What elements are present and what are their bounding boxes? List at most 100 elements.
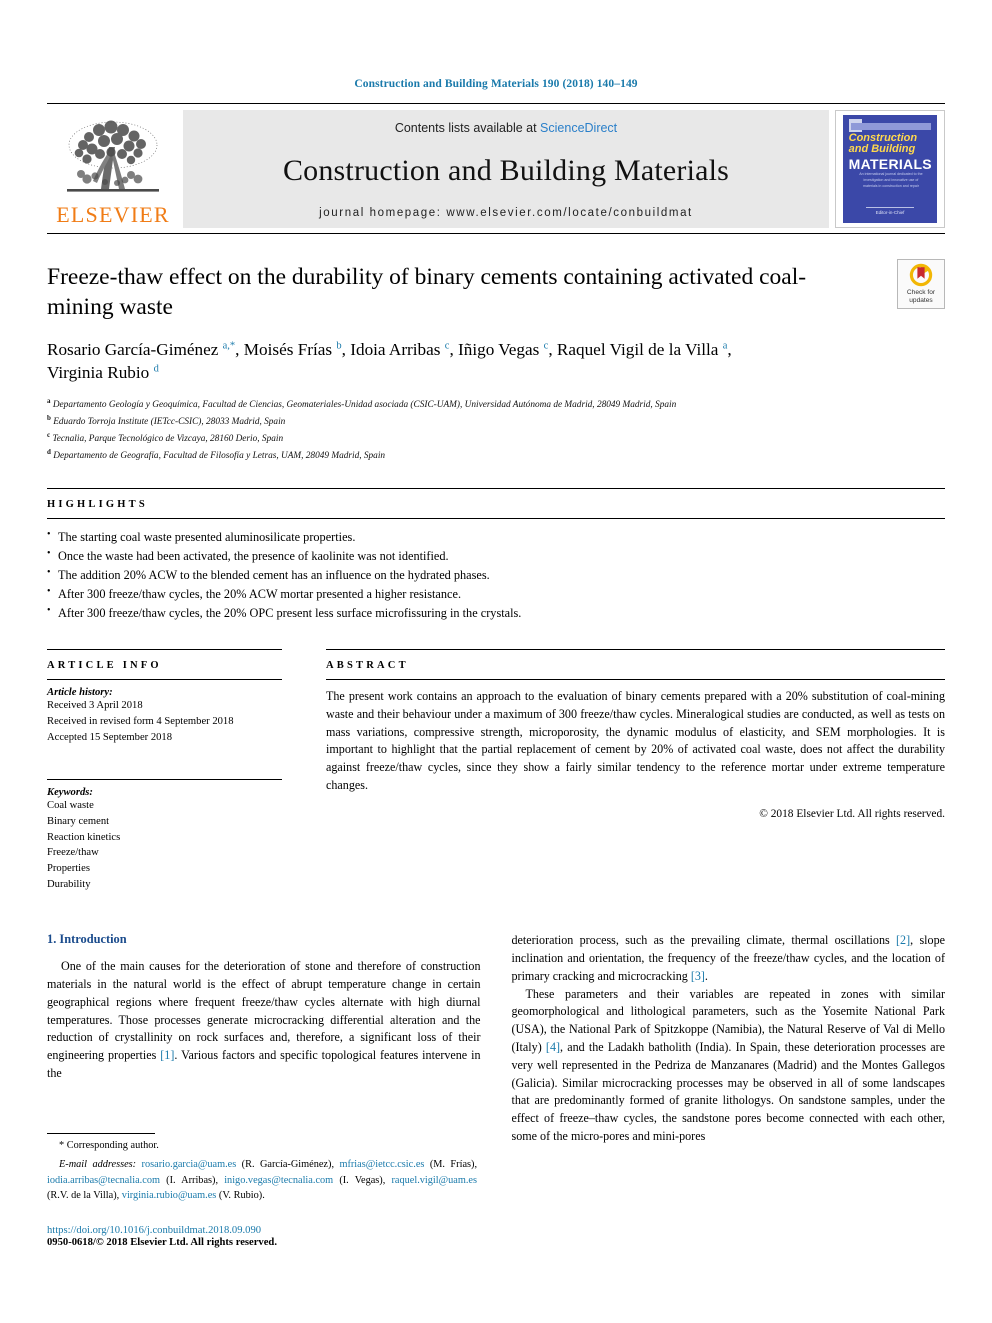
journal-homepage-link[interactable]: journal homepage: www.elsevier.com/locat… — [319, 207, 693, 219]
paragraph: deterioration process, such as the preva… — [511, 933, 946, 983]
crossmark-line-1: Check for — [906, 289, 936, 297]
cover-title-line-3: MATERIALS — [848, 156, 932, 173]
keyword-item: Coal waste — [47, 800, 94, 812]
list-item: After 300 freeze/thaw cycles, the 20% AC… — [47, 584, 945, 604]
crossmark-badge[interactable]: Check for updates — [897, 259, 945, 309]
masthead-bottom-rule — [47, 233, 945, 234]
affiliation-mark: a — [47, 396, 51, 405]
info-abstract-row: ARTICLE INFO Article history: Received 3… — [47, 649, 945, 892]
abstract-top-rule — [326, 649, 945, 651]
list-item: The addition 20% ACW to the blended ceme… — [47, 565, 945, 585]
article-info-section: ARTICLE INFO Article history: Received 3… — [47, 649, 282, 892]
doi-link[interactable]: https://doi.org/10.1016/j.conbuildmat.20… — [47, 1225, 477, 1236]
email-link[interactable]: rosario.garcia@uam.es — [142, 1159, 237, 1170]
article-history-item: Accepted 15 September 2018 — [47, 731, 173, 743]
affiliation-text: Departamento Geología y Geoquímica, Facu… — [52, 400, 677, 411]
keyword-item: Reaction kinetics — [47, 831, 121, 843]
copyright-line: © 2018 Elsevier Ltd. All rights reserved… — [759, 808, 945, 821]
list-item: After 300 freeze/thaw cycles, the 20% OP… — [47, 603, 945, 623]
affiliation-item: a Departamento Geología y Geoquímica, Fa… — [47, 396, 945, 413]
article-history-item: Received 3 April 2018 — [47, 700, 143, 712]
affiliation-text: Departamento de Geografía, Facultad de F… — [53, 451, 386, 462]
affiliation-text: Eduardo Torroja Institute (IETcc-CSIC), … — [53, 417, 286, 428]
body-columns: 1. Introduction One of the main causes f… — [47, 932, 945, 1145]
abstract-section: ABSTRACT The present work contains an ap… — [326, 649, 945, 892]
citation-ref[interactable]: [3] — [691, 969, 705, 983]
email-person: (V. Rubio) — [218, 1190, 263, 1202]
page-title: Freeze-thaw effect on the durability of … — [47, 264, 807, 320]
body-column-right: deterioration process, such as the preva… — [512, 932, 946, 1145]
author-line-1: Rosario García-Giménez a,*, Moisés Frías… — [47, 340, 732, 360]
journal-cover-thumbnail: Construction and Building MATERIALS An i… — [835, 110, 945, 228]
footnote-rule — [47, 1133, 155, 1134]
title-block: Check for updates Freeze-thaw effect on … — [47, 259, 945, 464]
highlights-label: HIGHLIGHTS — [47, 499, 148, 511]
email-addresses-note: E-mail addresses: rosario.garcia@uam.es … — [47, 1159, 478, 1202]
corresponding-author-text: * Corresponding author. — [59, 1140, 159, 1151]
email-person: (R.V. de la Villa) — [47, 1190, 117, 1202]
email-label: E-mail addresses: — [59, 1159, 137, 1171]
abstract-text: The present work contains an approach to… — [326, 689, 945, 792]
author-line-2: Virginia Rubio d — [47, 363, 159, 383]
citation-ref[interactable]: [2] — [896, 933, 910, 947]
cover-blurb: An international journal dedicated to th… — [859, 172, 923, 189]
list-item: Once the waste had been activated, the p… — [47, 546, 945, 566]
keywords-title: Keywords: — [47, 787, 93, 799]
highlights-top-rule — [47, 488, 945, 490]
email-link[interactable]: inigo.vegas@tecnalia.com — [224, 1175, 333, 1186]
abstract-divider — [326, 679, 945, 681]
journal-title: Construction and Building Materials — [282, 154, 730, 187]
abstract-label: ABSTRACT — [326, 660, 409, 672]
footnote-block: * Corresponding author. E-mail addresses… — [47, 1133, 477, 1248]
journal-masthead: ELSEVIER Contents lists available at Sci… — [47, 103, 945, 234]
paragraph: These parameters and their variables are… — [511, 986, 946, 1143]
email-person: (M. Frías) — [429, 1159, 475, 1171]
affiliation-mark: d — [47, 448, 51, 457]
article-info-divider — [47, 679, 282, 681]
cover-title-line-2: and Building — [848, 143, 916, 156]
crossmark-icon — [909, 264, 933, 287]
doi-block: https://doi.org/10.1016/j.conbuildmat.20… — [47, 1225, 477, 1248]
affiliation-mark: c — [47, 431, 51, 440]
citation-ref[interactable]: [4] — [546, 1040, 560, 1054]
highlights-section: HIGHLIGHTS The starting coal waste prese… — [47, 488, 945, 623]
article-page: Construction and Building Materials 190 … — [0, 0, 992, 1323]
article-info-top-rule — [47, 649, 282, 651]
corresponding-author-note: * Corresponding author. — [47, 1138, 477, 1153]
keywords-divider — [47, 779, 282, 781]
email-link[interactable]: raquel.vigil@uam.es — [391, 1175, 477, 1186]
affiliation-mark: b — [47, 414, 51, 422]
keyword-item: Binary cement — [47, 816, 110, 828]
cover-top-stripe — [850, 122, 932, 130]
affiliation-item: d Departamento de Geografía, Facultad de… — [47, 447, 945, 464]
highlights-bottom-rule — [47, 518, 945, 520]
keyword-item: Freeze/thaw — [47, 847, 99, 859]
sciencedirect-link[interactable]: ScienceDirect — [540, 121, 617, 135]
contents-prefix: Contents lists available at — [394, 121, 541, 135]
elsevier-logo: ELSEVIER — [47, 110, 179, 228]
contents-lists-line: Contents lists available at ScienceDirec… — [395, 121, 617, 135]
email-link[interactable]: virginia.rubio@uam.es — [122, 1190, 217, 1201]
author-list: Rosario García-Giménez a,*, Moisés Frías… — [47, 339, 945, 385]
journal-band: Contents lists available at ScienceDirec… — [183, 110, 829, 228]
paragraph: One of the main causes for the deteriora… — [47, 959, 481, 1080]
email-link[interactable]: mfrias@ietcc.csic.es — [339, 1159, 424, 1170]
running-head: Construction and Building Materials 190 … — [354, 78, 638, 90]
article-info-label: ARTICLE INFO — [47, 660, 162, 672]
masthead-top-rule — [47, 103, 945, 104]
citation-ref[interactable]: [1] — [160, 1048, 174, 1062]
cover-footer: Editor-in-Chief — [865, 207, 915, 215]
affiliation-list: a Departamento Geología y Geoquímica, Fa… — [47, 396, 945, 464]
email-person: (I. Vegas) — [339, 1174, 383, 1186]
crossmark-line-2: updates — [909, 297, 933, 304]
keyword-item: Durability — [47, 878, 91, 890]
email-person: (R. García-Giménez) — [241, 1159, 332, 1171]
email-link[interactable]: iodia.arribas@tecnalia.com — [47, 1175, 160, 1186]
section-heading-introduction: 1. Introduction — [47, 932, 127, 947]
affiliation-item: b Eduardo Torroja Institute (IETcc-CSIC)… — [47, 413, 945, 430]
crossmark-caption: Check for updates — [907, 289, 935, 304]
article-history-title: Article history: — [47, 687, 113, 699]
affiliation-text: Tecnalia, Parque Tecnológico de Vizcaya,… — [52, 434, 284, 445]
elsevier-wordmark: ELSEVIER — [56, 202, 170, 227]
list-item: The starting coal waste presented alumin… — [47, 527, 945, 547]
